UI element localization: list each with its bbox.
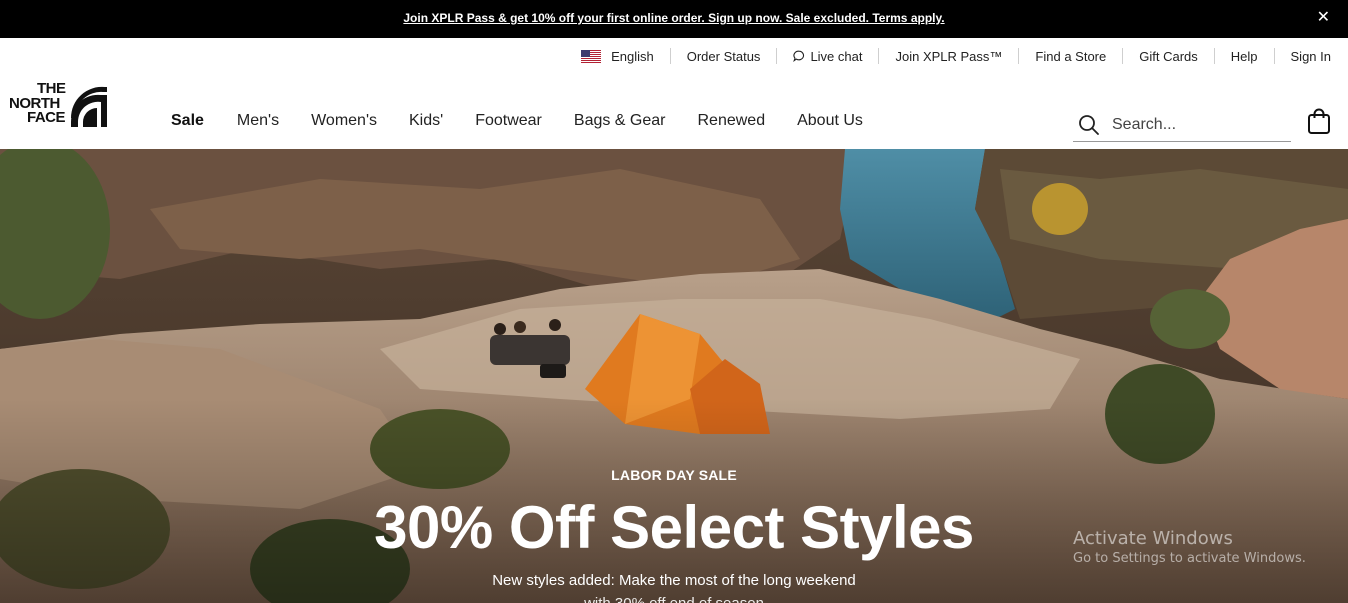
language-label: English: [611, 48, 654, 64]
nav-womens[interactable]: Women's: [311, 112, 377, 130]
search-input[interactable]: [1112, 115, 1282, 134]
activate-windows-watermark: Activate Windows Go to Settings to activ…: [1073, 528, 1306, 566]
watermark-title: Activate Windows: [1073, 528, 1233, 549]
hero-subtitle-line-2: with 30% off end of season: [0, 595, 1348, 603]
main-nav: Sale Men's Women's Kids' Footwear Bags &…: [171, 112, 895, 130]
nav-kids[interactable]: Kids': [409, 112, 443, 130]
hero-subtitle: New styles added: Make the most of the l…: [492, 572, 856, 589]
gift-cards-link[interactable]: Gift Cards: [1122, 48, 1214, 64]
nav-sale[interactable]: Sale: [171, 112, 204, 130]
language-selector[interactable]: English: [565, 48, 670, 64]
search-icon[interactable]: [1078, 114, 1100, 136]
find-store-link[interactable]: Find a Store: [1018, 48, 1122, 64]
live-chat-label: Live chat: [810, 48, 863, 64]
utility-nav: English Order Status Live chat Join XPLR…: [565, 38, 1348, 74]
chat-bubble-icon: [793, 50, 805, 62]
half-dome-icon: [70, 86, 107, 127]
nav-footwear[interactable]: Footwear: [475, 112, 542, 130]
shopping-bag-icon[interactable]: [1307, 108, 1331, 139]
nav-renewed[interactable]: Renewed: [698, 112, 766, 130]
us-flag-icon: [581, 49, 602, 63]
join-xplr-link[interactable]: Join XPLR Pass™: [878, 48, 1018, 64]
sign-in-link[interactable]: Sign In: [1273, 48, 1331, 64]
brand-logo[interactable]: THE NORTH FACE: [9, 81, 109, 128]
promo-link[interactable]: Join XPLR Pass & get 10% off your first …: [0, 11, 1348, 25]
watermark-subtitle: Go to Settings to activate Windows.: [1073, 551, 1306, 566]
nav-mens[interactable]: Men's: [237, 112, 279, 130]
nav-bags-gear[interactable]: Bags & Gear: [574, 112, 666, 130]
promo-bar: Join XPLR Pass & get 10% off your first …: [0, 0, 1348, 38]
help-link[interactable]: Help: [1213, 48, 1274, 64]
live-chat-link[interactable]: Live chat: [776, 48, 878, 64]
hero-eyebrow: LABOR DAY SALE: [611, 467, 737, 483]
search-bar: [1073, 108, 1291, 142]
nav-about-us[interactable]: About Us: [797, 112, 863, 130]
logo-line-3: FACE: [27, 109, 66, 126]
close-icon[interactable]: ✕: [1317, 8, 1330, 28]
order-status-link[interactable]: Order Status: [669, 48, 777, 64]
